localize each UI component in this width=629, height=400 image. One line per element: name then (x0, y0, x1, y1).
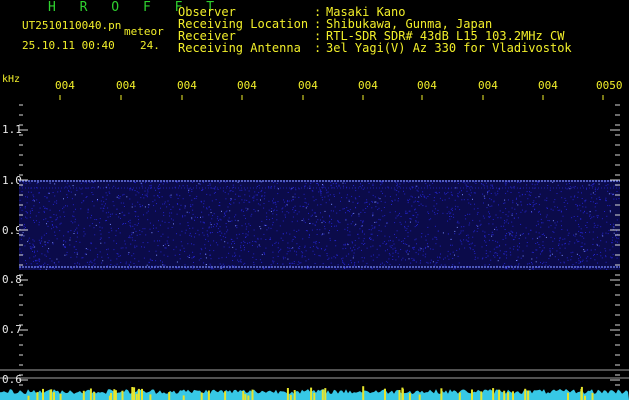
spectrum-spike (527, 390, 530, 400)
spectrum-spike (182, 395, 185, 400)
spectrum-spike (286, 388, 289, 400)
spectrum-spike (251, 389, 254, 400)
spectrum-spike (27, 395, 30, 400)
spectrum-spike (53, 392, 55, 400)
spectrum-spike (133, 387, 136, 400)
spectrum-spike (293, 390, 296, 400)
signal-band (19, 180, 620, 270)
spectrum-spike (110, 393, 112, 400)
spectrum-spike (362, 386, 365, 400)
spectrum-spike (113, 389, 116, 400)
spectrum-spike (324, 388, 327, 400)
spectrum-spike (242, 391, 245, 400)
spectrum-spike (137, 388, 140, 400)
spectrum-spike (440, 388, 443, 400)
spectrum-spike (82, 390, 85, 400)
spectrum-spike (36, 392, 39, 400)
spectrum-spike (503, 390, 506, 400)
spectrum-spike (524, 388, 527, 400)
spectrum-spike (567, 392, 569, 400)
spectrum-spike (59, 393, 62, 400)
spectrum-spike (512, 391, 514, 400)
spectrum-spike (580, 386, 583, 400)
spectrum-spike (398, 390, 401, 400)
spectrum-spike (224, 391, 227, 400)
spectrum-spike (401, 387, 404, 400)
spectrum-spike (289, 394, 292, 400)
spectrum-spike (121, 390, 124, 400)
spectrum-spike (50, 389, 53, 400)
spectrum-spike (591, 392, 594, 400)
spectrum-spike (93, 392, 96, 400)
spectrum-spike (310, 387, 313, 400)
spectrum-spike (135, 393, 138, 400)
spectrum-spike (247, 395, 250, 400)
spectrum-spike (321, 389, 324, 400)
spectrum-spike (498, 389, 501, 400)
spectrum-spike (244, 394, 247, 400)
spectrum-spike (584, 395, 586, 400)
spectrum-spike (384, 388, 386, 400)
spectrum-spike (149, 394, 152, 400)
spectrum-spike (207, 390, 210, 400)
spectrum-spike (168, 392, 171, 400)
spectrum-spike (313, 392, 316, 400)
spectrum-spike (42, 388, 44, 400)
waterfall-plot (0, 95, 629, 400)
spectrum-spike (458, 392, 461, 400)
spectrum-spike (507, 392, 510, 400)
spectrum-spike (141, 388, 143, 400)
spectrum-spike (471, 389, 473, 400)
spectrum-spike (492, 388, 495, 400)
spectrum-spike (408, 393, 411, 400)
spectrum-spike (200, 392, 203, 400)
spectrum-spike (89, 388, 92, 400)
spectrum-spike (418, 394, 421, 400)
spectrum-spike (131, 387, 134, 400)
spectrum-spike (480, 391, 483, 400)
